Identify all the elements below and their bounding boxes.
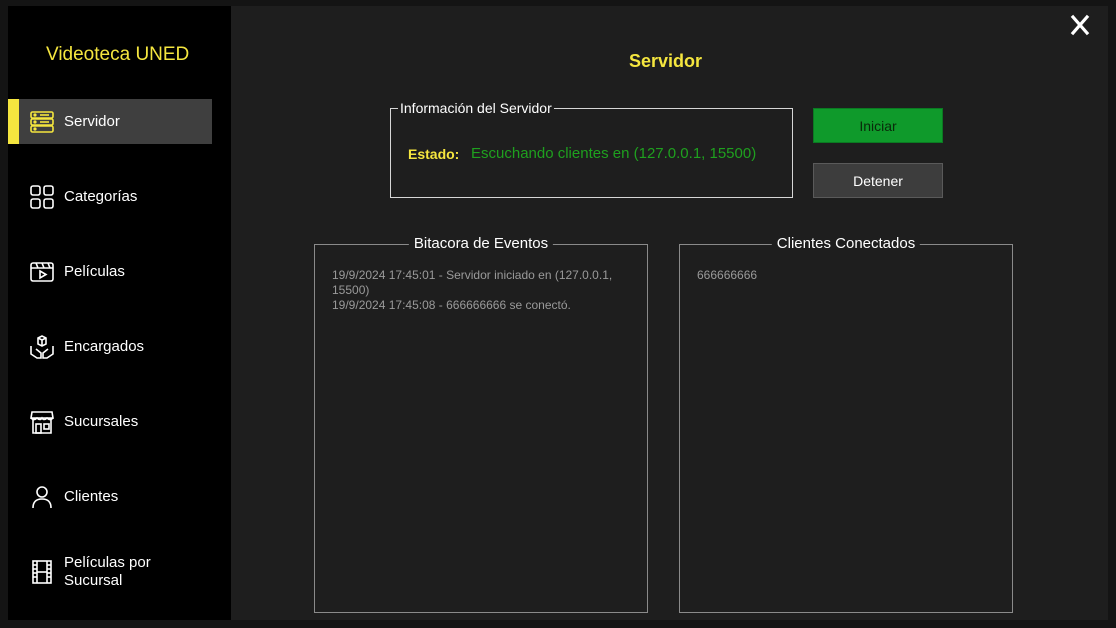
page-title: Servidor — [629, 51, 703, 71]
status-value: Escuchando clientes en (127.0.0.1, 15500… — [471, 145, 757, 162]
sidebar-item-label: Películas — [64, 262, 125, 280]
list-item: 19/9/2024 17:45:08 - 666666666 se conect… — [332, 298, 571, 312]
sidebar-item-peliculas[interactable]: Películas — [8, 249, 212, 294]
sidebar-item-label: Películas por Sucursal — [64, 553, 151, 589]
active-indicator — [8, 99, 19, 144]
list-item: 19/9/2024 17:45:01 - Servidor iniciado e… — [332, 268, 613, 297]
hands-box-icon — [30, 335, 54, 359]
event-log-title: Bitacora de Eventos — [408, 235, 554, 252]
sidebar-item-label: Clientes — [64, 487, 119, 505]
connected-clients-title: Clientes Conectados — [771, 235, 921, 252]
list-item[interactable]: 666666666 — [697, 268, 997, 283]
sidebar-item-label: Encargados — [64, 337, 145, 355]
sidebar-item-label: Sucursales — [64, 412, 139, 430]
connected-clients-panel[interactable]: Clientes Conectados 666666666 — [679, 235, 1013, 613]
status-label: Estado: — [408, 146, 460, 162]
video-icon — [30, 262, 54, 282]
stop-button[interactable]: Detener — [813, 163, 943, 198]
sidebar-item-clientes[interactable]: Clientes — [8, 474, 212, 519]
film-strip-icon — [32, 560, 52, 584]
sidebar-item-servidor[interactable]: Servidor — [8, 99, 212, 144]
event-log-panel[interactable]: Bitacora de Eventos 19/9/2024 17:45:01 -… — [314, 235, 648, 613]
sidebar-item-encargados[interactable]: Encargados — [8, 324, 212, 369]
server-info-legend: Información del Servidor — [398, 100, 554, 116]
app-title: Videoteca UNED — [46, 44, 190, 65]
sidebar-item-sucursales[interactable]: Sucursales — [8, 399, 212, 444]
server-info-group: Información del Servidor Estado: Escucha… — [390, 100, 793, 198]
sidebar-item-categorias[interactable]: Categorías — [8, 174, 212, 219]
server-icon — [30, 111, 54, 133]
sidebar-item-label: Servidor — [64, 112, 120, 130]
close-icon[interactable] — [1067, 12, 1093, 38]
start-button[interactable]: Iniciar — [813, 108, 943, 143]
sidebar: Videoteca UNED Servidor Categorías Pelíc… — [8, 6, 231, 620]
grid-icon — [30, 185, 54, 209]
sidebar-item-label: Categorías — [64, 187, 138, 205]
user-icon — [32, 486, 52, 509]
connected-clients-list: 666666666 — [697, 268, 997, 283]
sidebar-item-peliculas-por-sucursal[interactable]: Películas por Sucursal — [8, 549, 212, 594]
event-log-list: 19/9/2024 17:45:01 - Servidor iniciado e… — [332, 268, 632, 313]
store-icon — [30, 411, 54, 434]
